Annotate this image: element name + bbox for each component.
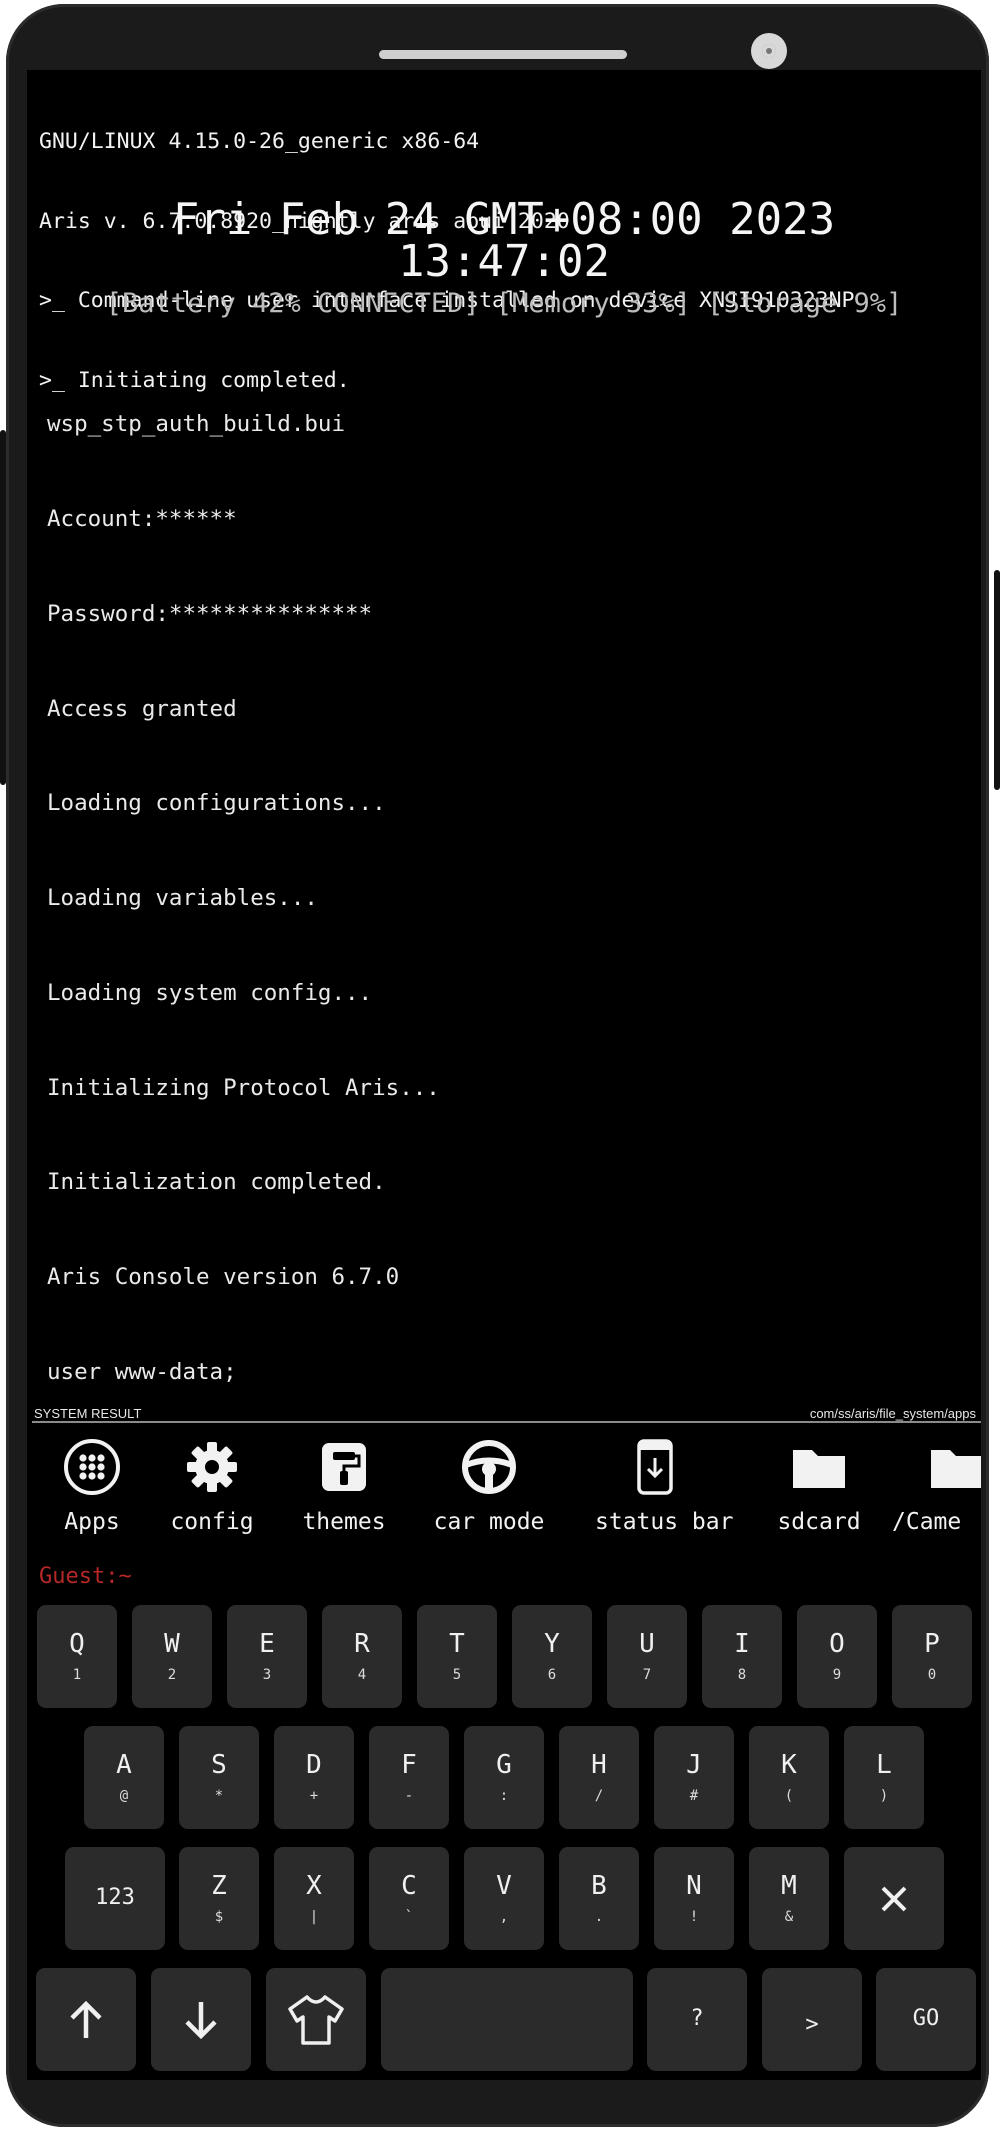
prompt: Guest:~ <box>39 1564 132 1589</box>
key-q[interactable]: Q1 <box>37 1605 117 1708</box>
app-apps[interactable]: Apps <box>52 1428 132 1558</box>
log-line: wsp_stp_auth_build.bui <box>47 411 346 438</box>
backspace-key[interactable] <box>844 1847 944 1950</box>
key-k[interactable]: K( <box>749 1726 829 1829</box>
speaker-grille <box>379 50 627 59</box>
key-a[interactable]: A @ <box>84 1726 164 1829</box>
key-p[interactable]: P0 <box>892 1605 972 1708</box>
space-key[interactable] <box>381 1968 633 2071</box>
system-line: GNU/LINUX 4.15.0-26_generic x86-64 <box>39 129 480 154</box>
app-status-bar[interactable]: status bar <box>595 1428 733 1558</box>
key-j[interactable]: J # <box>654 1726 734 1829</box>
app-car-mode[interactable]: car mode <box>434 1428 544 1558</box>
key-z[interactable]: Z $ <box>179 1847 259 1950</box>
log-line: Access granted <box>47 695 237 722</box>
key-t[interactable]: T5 <box>417 1605 497 1708</box>
front-camera <box>751 33 787 69</box>
key-n[interactable]: N! <box>654 1847 734 1950</box>
steering-wheel-icon <box>462 1440 516 1494</box>
key-l[interactable]: L) <box>844 1726 924 1829</box>
volume-button <box>0 430 6 785</box>
numbers-key[interactable]: 123 <box>65 1847 165 1950</box>
greater-than-key[interactable]: > <box>762 1968 862 2071</box>
key-r[interactable]: R4 <box>322 1605 402 1708</box>
arrow-up-icon <box>70 2000 102 2038</box>
log-line: Loading system config... <box>47 979 373 1006</box>
app-label: status bar <box>595 1509 734 1535</box>
key-b[interactable]: B. <box>559 1847 639 1950</box>
key-c[interactable]: C ` <box>369 1847 449 1950</box>
app-label: car mode <box>433 1509 545 1535</box>
apps-grid-icon <box>64 1439 120 1495</box>
key-y[interactable]: Y6 <box>512 1605 592 1708</box>
key-m[interactable]: M & <box>749 1847 829 1950</box>
key-f[interactable]: F- <box>369 1726 449 1829</box>
app-label: Apps <box>64 1509 120 1535</box>
app-config[interactable]: config <box>170 1428 254 1558</box>
gear-icon <box>187 1442 237 1492</box>
close-icon <box>881 1886 907 1911</box>
key-u[interactable]: U7 <box>607 1605 687 1708</box>
folder-icon <box>793 1450 845 1488</box>
key-w[interactable]: W2 <box>132 1605 212 1708</box>
app-label: sdcard <box>777 1509 861 1535</box>
phone-frame: GNU/LINUX 4.15.0-26_generic x86-64 Aris … <box>6 4 989 2127</box>
log-line: Initializing Protocol Aris... <box>47 1074 440 1101</box>
system-result-label: SYSTEM RESULT <box>34 1406 142 1421</box>
arrow-down-key[interactable] <box>151 1968 251 2071</box>
key-g[interactable]: G: <box>464 1726 544 1829</box>
clock-time: 13:47:02 <box>398 236 610 287</box>
key-e[interactable]: E3 <box>227 1605 307 1708</box>
phone-status-icon <box>637 1439 673 1495</box>
key-x[interactable]: X | <box>274 1847 354 1950</box>
app-label: themes <box>302 1509 386 1535</box>
paint-roller-icon <box>322 1443 366 1491</box>
app-label: config <box>170 1509 254 1535</box>
terminal-screen: GNU/LINUX 4.15.0-26_generic x86-64 Aris … <box>27 70 981 2080</box>
log-line: Aris Console version 6.7.0 <box>47 1264 400 1291</box>
console-log: wsp_stp_auth_build.bui Account:****** Pa… <box>47 346 440 1452</box>
app-camera-folder[interactable]: /Came <box>892 1428 981 1558</box>
folder-icon <box>931 1450 981 1488</box>
theme-key[interactable] <box>266 1968 366 2071</box>
app-themes[interactable]: themes <box>302 1428 386 1558</box>
shirt-icon <box>288 1994 344 2045</box>
arrow-down-icon <box>185 2001 217 2039</box>
keyboard: Q1 W2 E3 R4 T5 Y6 U7 I8 O9 P0 A @ S * D + F… <box>27 1600 981 2080</box>
app-label: /Came <box>892 1509 962 1535</box>
device-status-line: [Battery 42% CONNECTED] [Memory 33%] [St… <box>105 288 903 319</box>
log-line: Initialization completed. <box>47 1169 386 1196</box>
key-h[interactable]: H / <box>559 1726 639 1829</box>
log-line: user www-data; <box>47 1359 237 1385</box>
log-line: Password:*************** <box>47 600 373 627</box>
power-button <box>994 570 1000 790</box>
log-line: Loading variables... <box>47 885 318 912</box>
key-d[interactable]: D + <box>274 1726 354 1829</box>
key-s[interactable]: S * <box>179 1726 259 1829</box>
app-sdcard[interactable]: sdcard <box>777 1428 861 1558</box>
log-line: Account:****** <box>47 505 237 532</box>
result-path: com/ss/aris/file_system/apps <box>809 1406 976 1421</box>
key-v[interactable]: V, <box>464 1847 544 1950</box>
divider <box>32 1421 981 1423</box>
arrow-up-key[interactable] <box>36 1968 136 2071</box>
go-button[interactable]: GO <box>876 1968 976 2071</box>
app-shortcut-row[interactable]: Apps config themes car mode status bar s… <box>27 1428 981 1558</box>
key-i[interactable]: I8 <box>702 1605 782 1708</box>
question-key[interactable]: ? <box>647 1968 747 2071</box>
log-line: Loading configurations... <box>47 790 386 817</box>
key-o[interactable]: O9 <box>797 1605 877 1708</box>
